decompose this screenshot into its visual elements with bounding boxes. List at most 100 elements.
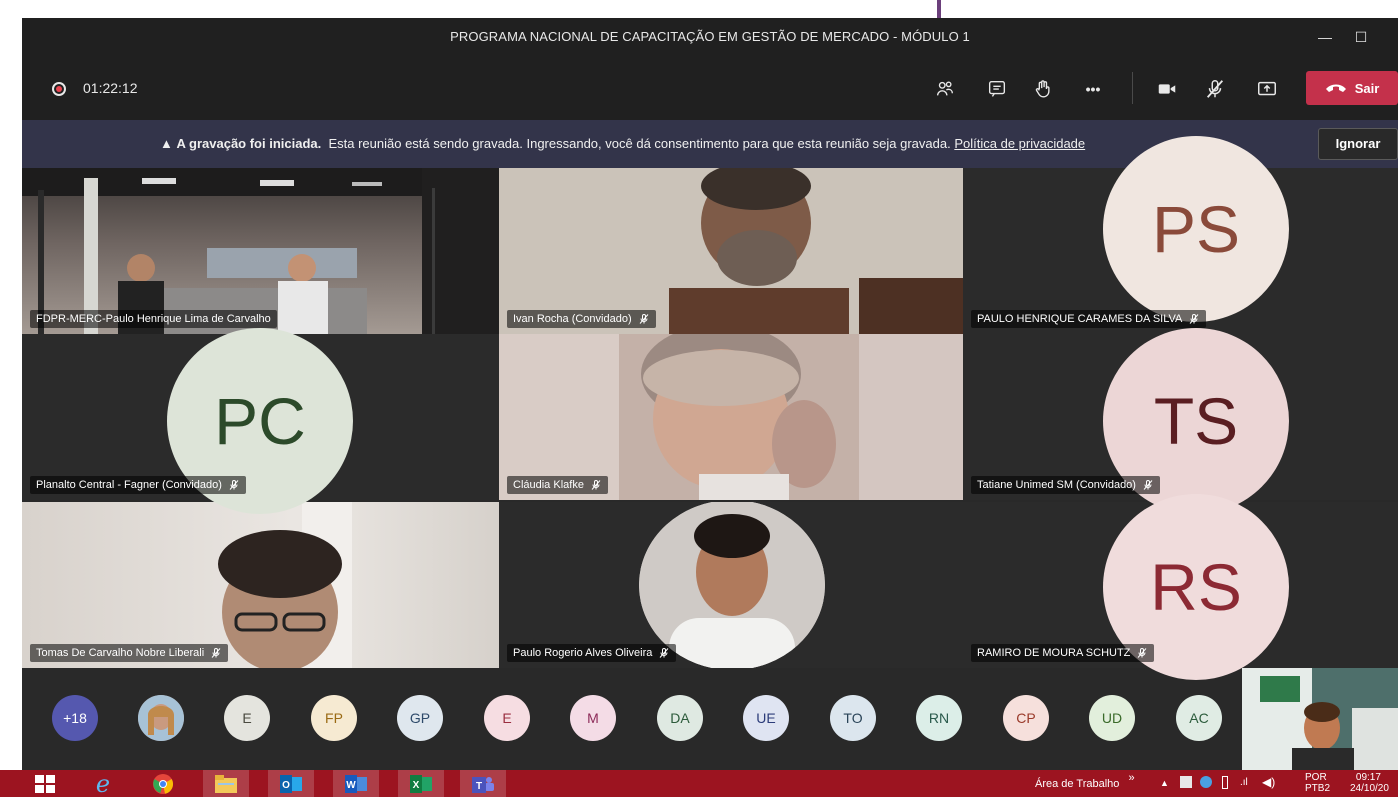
chat-button[interactable] — [980, 72, 1014, 106]
participant-avatar[interactable]: E — [224, 695, 270, 741]
microphone-button[interactable] — [1198, 72, 1232, 106]
minimize-button[interactable]: — — [1312, 24, 1338, 50]
signal-icon[interactable]: .ıl — [1240, 777, 1248, 788]
participant-avatar[interactable]: RN — [916, 695, 962, 741]
excel-button[interactable]: X — [398, 770, 444, 797]
desktop-toolbar-label[interactable]: Área de Trabalho » — [1035, 772, 1135, 790]
camera-icon — [1158, 84, 1176, 94]
dismiss-banner-button[interactable]: Ignorar — [1318, 128, 1398, 160]
participant-name-tag: Cláudia Klafke — [507, 476, 608, 494]
participant-avatar[interactable]: M — [570, 695, 616, 741]
participant-avatar[interactable]: CP — [1003, 695, 1049, 741]
mic-off-icon — [639, 314, 648, 324]
participant-name: Planalto Central - Fagner (Convidado) — [36, 479, 222, 491]
chevron-icon: » — [1128, 772, 1135, 784]
self-video-preview[interactable] — [1242, 668, 1398, 770]
mic-off-icon — [1143, 480, 1153, 490]
start-button[interactable] — [22, 770, 68, 797]
teams-icon: T — [472, 776, 494, 793]
title-bar: PROGRAMA NACIONAL DE CAPACITAÇÃO EM GEST… — [22, 18, 1398, 56]
share-screen-icon — [1258, 81, 1276, 96]
participants-button[interactable] — [928, 72, 962, 106]
banner-message-line: ▲ A gravação foi iniciada. Esta reunião … — [160, 136, 1085, 151]
participant-avatar[interactable]: E — [484, 695, 530, 741]
participant-tile[interactable]: Cláudia Klafke — [499, 334, 963, 500]
screen: PROGRAMA NACIONAL DE CAPACITAÇÃO EM GEST… — [0, 0, 1398, 797]
participant-avatar[interactable]: UE — [743, 695, 789, 741]
hang-up-icon — [1325, 84, 1346, 92]
participant-tile[interactable]: PS PAULO HENRIQUE CARAMES DA SILVA — [963, 136, 1398, 334]
participant-avatar[interactable]: FP — [311, 695, 357, 741]
participant-name: Cláudia Klafke — [513, 479, 584, 491]
participant-name: RAMIRO DE MOURA SCHUTZ — [977, 647, 1131, 659]
meeting-controls-bar: 01:22:12 ••• Sair — [22, 56, 1398, 120]
language-code: POR — [1305, 772, 1327, 783]
banner-title: A gravação foi iniciada. — [176, 136, 322, 151]
participant-photo-avatar[interactable] — [138, 695, 184, 741]
mic-off-icon — [229, 480, 239, 490]
leave-meeting-button[interactable]: Sair — [1306, 71, 1398, 105]
participant-name: FDPR-MERC-Paulo Henrique Lima de Carvalh… — [36, 313, 271, 325]
internet-explorer-button[interactable]: e — [80, 770, 126, 797]
mic-off-icon — [1190, 314, 1199, 324]
participant-name-tag: Ivan Rocha (Convidado) — [507, 310, 656, 328]
participant-avatar[interactable]: DA — [657, 695, 703, 741]
participant-tile[interactable]: Tomas De Carvalho Nobre Liberali — [22, 502, 499, 668]
warning-icon: ▲ — [160, 136, 173, 151]
participant-avatar[interactable]: AC — [1176, 695, 1222, 741]
mic-off-icon — [591, 480, 601, 490]
participant-avatar[interactable]: TO — [830, 695, 876, 741]
participant-tile[interactable]: RS RAMIRO DE MOURA SCHUTZ — [963, 494, 1398, 680]
word-icon: W — [345, 774, 367, 793]
action-center-flag-icon[interactable] — [1180, 776, 1192, 788]
participant-name: Paulo Rogerio Alves Oliveira — [513, 647, 653, 659]
more-actions-button[interactable]: ••• — [1076, 72, 1110, 106]
meeting-timer: 01:22:12 — [83, 80, 138, 96]
participant-tile[interactable]: Paulo Rogerio Alves Oliveira — [499, 502, 963, 668]
windows-start-icon — [35, 774, 55, 793]
internet-explorer-icon: e — [95, 769, 111, 797]
input-language[interactable]: POR PTB2 — [1305, 772, 1330, 794]
more-participants-button[interactable]: +18 — [52, 695, 98, 741]
participant-tile[interactable]: TS Tatiane Unimed SM (Convidado) — [963, 328, 1398, 514]
participant-name: PAULO HENRIQUE CARAMES DA SILVA — [977, 313, 1183, 325]
participant-avatar[interactable]: UD — [1089, 695, 1135, 741]
mic-off-icon — [1138, 648, 1147, 658]
svg-text:O: O — [282, 780, 290, 791]
file-explorer-icon — [215, 774, 237, 793]
system-clock[interactable]: 09:17 24/10/20 — [1350, 772, 1389, 794]
participant-tile[interactable]: PC Planalto Central - Fagner (Convidado) — [22, 328, 499, 514]
participant-avatar: PS — [1103, 136, 1289, 322]
participant-name-tag: FDPR-MERC-Paulo Henrique Lima de Carvalh… — [30, 310, 277, 328]
participant-tile[interactable]: FDPR-MERC-Paulo Henrique Lima de Carvalh… — [22, 168, 499, 334]
participant-name-tag: RAMIRO DE MOURA SCHUTZ — [971, 644, 1155, 662]
show-hidden-icons-icon[interactable]: ▲ — [1160, 778, 1169, 788]
volume-icon[interactable]: ◀) — [1262, 775, 1275, 789]
participant-name-tag: Planalto Central - Fagner (Convidado) — [30, 476, 246, 494]
battery-icon[interactable] — [1222, 776, 1228, 789]
outlook-button[interactable]: O — [268, 770, 314, 797]
mic-off-icon — [1206, 80, 1224, 98]
participant-avatar[interactable]: GP — [397, 695, 443, 741]
participant-tile[interactable]: Ivan Rocha (Convidado) — [499, 168, 963, 334]
privacy-policy-link[interactable]: Política de privacidade — [954, 136, 1085, 151]
svg-text:T: T — [476, 781, 482, 792]
camera-button[interactable] — [1150, 72, 1184, 106]
maximize-button[interactable]: ☐ — [1348, 24, 1374, 50]
network-icon[interactable] — [1200, 776, 1212, 788]
share-screen-button[interactable] — [1250, 72, 1284, 106]
file-explorer-button[interactable] — [203, 770, 249, 797]
more-actions-icon: ••• — [1085, 81, 1101, 97]
raise-hand-button[interactable] — [1026, 72, 1060, 106]
clock-date: 24/10/20 — [1350, 783, 1389, 794]
mic-off-icon — [211, 648, 221, 658]
word-button[interactable]: W — [333, 770, 379, 797]
teams-button[interactable]: T — [460, 770, 506, 797]
participant-name-tag: Paulo Rogerio Alves Oliveira — [507, 644, 677, 662]
chrome-icon — [153, 773, 173, 794]
chrome-button[interactable] — [140, 770, 186, 797]
participants-icon — [936, 81, 954, 96]
mic-off-icon — [660, 648, 669, 658]
participant-name-tag: PAULO HENRIQUE CARAMES DA SILVA — [971, 310, 1207, 328]
chat-icon — [988, 80, 1006, 97]
